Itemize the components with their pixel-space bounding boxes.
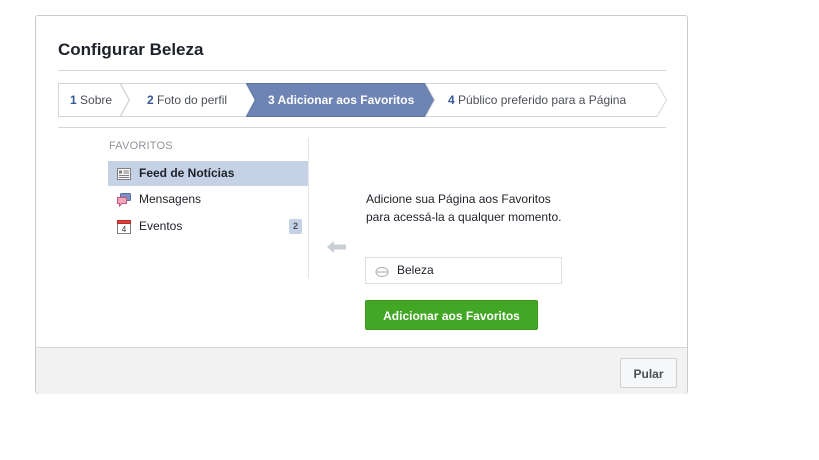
step-number: 1 xyxy=(70,93,77,107)
favorites-item-events[interactable]: 4 Eventos 2 xyxy=(108,214,308,239)
step-number: 4 xyxy=(448,93,455,107)
skip-button[interactable]: Pular xyxy=(620,358,677,388)
step-label: Público preferido para a Página xyxy=(458,93,627,107)
vertical-divider xyxy=(308,138,309,278)
step-adicionar-aos-favoritos[interactable]: 3 Adicionar aos Favoritos xyxy=(246,83,435,117)
step-foto-do-perfil[interactable]: 2 Foto do perfil xyxy=(120,83,256,117)
favorites-item-news-feed[interactable]: Feed de Notícias xyxy=(108,161,308,186)
news-feed-icon xyxy=(116,166,132,182)
favorites-item-label: Mensagens xyxy=(139,192,202,206)
instructions-text: Adicione sua Página aos Favoritos para a… xyxy=(366,192,562,224)
dialog-footer: Pular xyxy=(36,347,687,394)
divider xyxy=(58,70,666,71)
setup-dialog: Configurar Beleza 1 Sobre 2 Foto do perf… xyxy=(35,15,688,394)
step-label: Adicionar aos Favoritos xyxy=(277,93,415,107)
arrow-left-icon xyxy=(326,240,348,259)
step-publico-preferido[interactable]: 4 Público preferido para a Página xyxy=(425,83,668,117)
page-icon xyxy=(375,265,389,283)
favorites-item-label: Feed de Notícias xyxy=(139,166,235,180)
calendar-day: 4 xyxy=(122,225,127,234)
count-badge: 2 xyxy=(289,219,302,234)
page-preview: Beleza xyxy=(365,257,562,284)
favorites-item-label: Eventos xyxy=(139,219,183,233)
favorites-item-messages[interactable]: Mensagens xyxy=(108,187,308,212)
divider xyxy=(58,127,666,128)
page-name: Beleza xyxy=(397,263,434,277)
step-number: 3 xyxy=(268,93,275,107)
step-label: Sobre xyxy=(80,93,113,107)
messages-icon xyxy=(116,192,132,208)
dialog-title: Configurar Beleza xyxy=(58,40,204,59)
favorites-heading: FAVORITOS xyxy=(109,140,173,152)
step-label: Foto do perfil xyxy=(157,93,228,107)
step-number: 2 xyxy=(147,93,154,107)
add-to-favorites-button[interactable]: Adicionar aos Favoritos xyxy=(365,300,538,330)
step-progress-bar: 1 Sobre 2 Foto do perfil 3 Adicionar aos… xyxy=(58,83,668,117)
calendar-icon: 4 xyxy=(116,219,132,235)
